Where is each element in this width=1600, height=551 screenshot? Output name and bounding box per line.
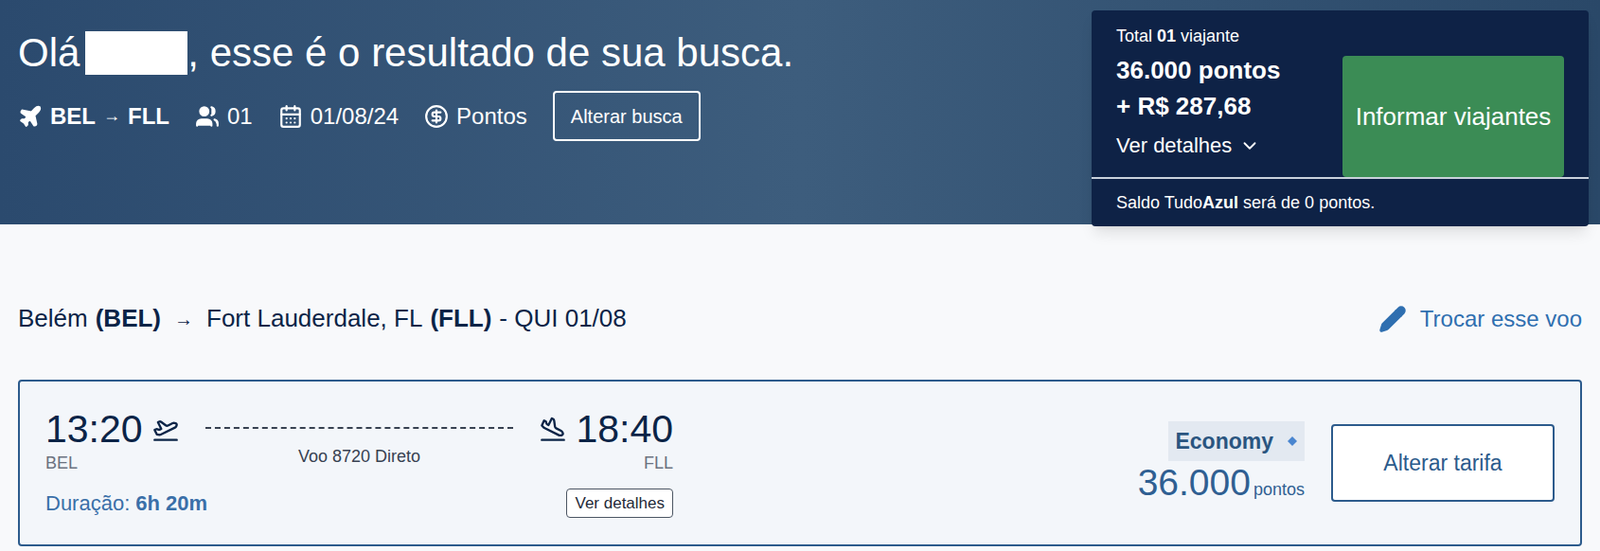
summary-panel: Total01viajante 36.000 pontos+ R$ 287,68 V… bbox=[1091, 10, 1589, 227]
total-travelers: Total01viajante bbox=[1116, 23, 1280, 49]
takeoff-icon bbox=[152, 415, 179, 443]
flight-card: 13:20BEL Voo 8720 Direto 18:40FLL Duração:6… bbox=[17, 379, 1583, 547]
route-heading-row: Belém(BEL)→Fort Lauderdale, FL(FLL)- QUI… bbox=[0, 224, 1600, 338]
change-search-button[interactable]: Alterar busca bbox=[552, 90, 701, 142]
greeting: Olá, esse é o resultado de sua busca. bbox=[17, 28, 794, 78]
passengers: 01 bbox=[195, 99, 253, 134]
plane-icon bbox=[17, 104, 43, 129]
total-points: 36.000 pontos bbox=[1116, 52, 1280, 89]
date: 01/08/24 bbox=[278, 99, 399, 134]
flight-number: Voo 8720 Direto bbox=[298, 444, 421, 470]
search-header: Olá, esse é o resultado de sua busca. BEL… bbox=[0, 0, 794, 142]
users-icon bbox=[195, 104, 220, 129]
currency: Pontos bbox=[424, 99, 528, 134]
hero-banner: Olá, esse é o resultado de sua busca. BEL… bbox=[0, 0, 1600, 225]
route-heading: Belém(BEL)→Fort Lauderdale, FL(FLL)- QUI… bbox=[17, 300, 627, 338]
inform-travelers-button[interactable]: Informar viajantes bbox=[1342, 55, 1565, 178]
route-summary: BEL→FLL bbox=[17, 99, 170, 134]
details-link[interactable]: Ver detalhes bbox=[1116, 129, 1280, 161]
page: Olá, esse é o resultado de sua busca. BEL… bbox=[0, 0, 1600, 551]
pencil-icon bbox=[1378, 304, 1407, 334]
fare-price: 36.000pontos bbox=[1137, 461, 1305, 505]
duration: Duração:6h 20m bbox=[45, 487, 208, 519]
fare-class-badge: Economy bbox=[1168, 421, 1305, 463]
total-cash: + R$ 287,68 bbox=[1116, 88, 1280, 125]
chevron-down-icon bbox=[1239, 135, 1261, 157]
flight-path: Voo 8720 Direto bbox=[205, 407, 515, 470]
balance: Saldo TudoAzulserá de 0 pontos. bbox=[1091, 177, 1589, 227]
arrival: 18:40FLL bbox=[539, 407, 674, 477]
flight-details-button[interactable]: Ver detalhes bbox=[566, 488, 674, 518]
departure: 13:20BEL bbox=[45, 407, 179, 477]
change-flight-link[interactable]: Trocar esse voo bbox=[1378, 302, 1583, 337]
landing-icon bbox=[539, 415, 567, 443]
dollar-icon bbox=[424, 104, 449, 129]
calendar-icon bbox=[278, 104, 303, 129]
diamond-icon bbox=[1286, 435, 1298, 447]
change-fare-button[interactable]: Alterar tarifa bbox=[1331, 424, 1555, 502]
redacted-name bbox=[85, 31, 188, 75]
search-summary: BEL→FLL 01 01/08/24 Pontos Alterar busca bbox=[17, 90, 794, 142]
